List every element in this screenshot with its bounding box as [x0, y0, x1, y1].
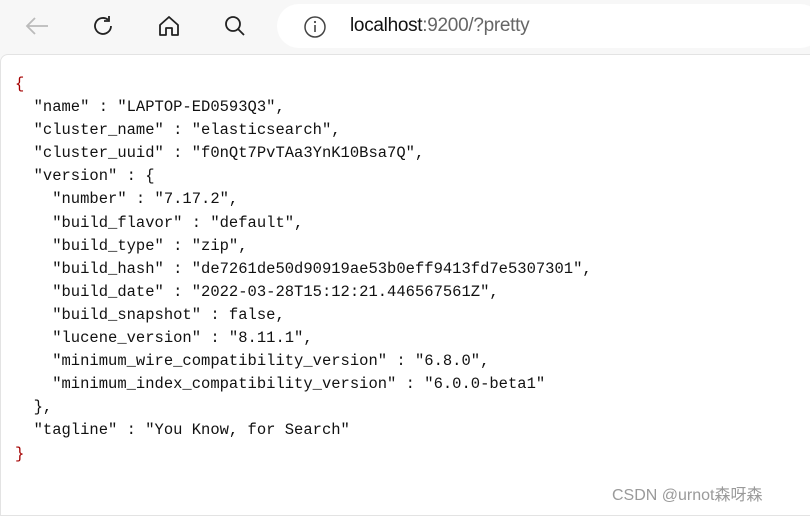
watermark: CSDN @urnot森呀森 [612, 487, 763, 504]
json-line: "cluster_uuid" : "f0nQt7PvTAa3YnK10Bsa7Q… [15, 144, 425, 163]
json-line: "build_hash" : "de7261de50d90919ae53b0ef… [15, 259, 592, 278]
info-icon[interactable] [303, 15, 327, 44]
url-host: localhost [350, 15, 423, 36]
address-bar[interactable]: localhost:9200/?pretty [277, 4, 810, 48]
json-line: "build_type" : "zip", [15, 236, 248, 255]
json-line: } [15, 444, 25, 463]
json-line: "minimum_index_compatibility_version" : … [15, 375, 546, 394]
url-text[interactable]: localhost:9200/?pretty [350, 15, 530, 37]
json-line: "version" : { [15, 167, 155, 186]
browser-toolbar: localhost:9200/?pretty [0, 0, 810, 52]
json-line: "tagline" : "You Know, for Search" [15, 421, 350, 440]
page-content: { "name" : "LAPTOP-ED0593Q3", "cluster_n… [0, 54, 810, 516]
url-path: :9200/?pretty [422, 15, 530, 36]
json-line: "number" : "7.17.2", [15, 190, 239, 209]
json-line: { [15, 75, 25, 93]
json-line: "minimum_wire_compatibility_version" : "… [15, 352, 490, 371]
json-line: }, [15, 398, 53, 417]
back-icon[interactable] [21, 10, 53, 42]
home-icon[interactable] [153, 10, 185, 42]
refresh-icon[interactable] [87, 10, 119, 42]
json-line: "cluster_name" : "elasticsearch", [15, 121, 341, 140]
json-line: "lucene_version" : "8.11.1", [15, 329, 313, 348]
search-icon[interactable] [219, 10, 251, 42]
json-line: "build_snapshot" : false, [15, 305, 285, 324]
json-line: "build_flavor" : "default", [15, 213, 304, 232]
json-line: "build_date" : "2022-03-28T15:12:21.4465… [15, 282, 499, 301]
json-response: { "name" : "LAPTOP-ED0593Q3", "cluster_n… [15, 73, 592, 466]
json-line: "name" : "LAPTOP-ED0593Q3", [15, 98, 285, 117]
